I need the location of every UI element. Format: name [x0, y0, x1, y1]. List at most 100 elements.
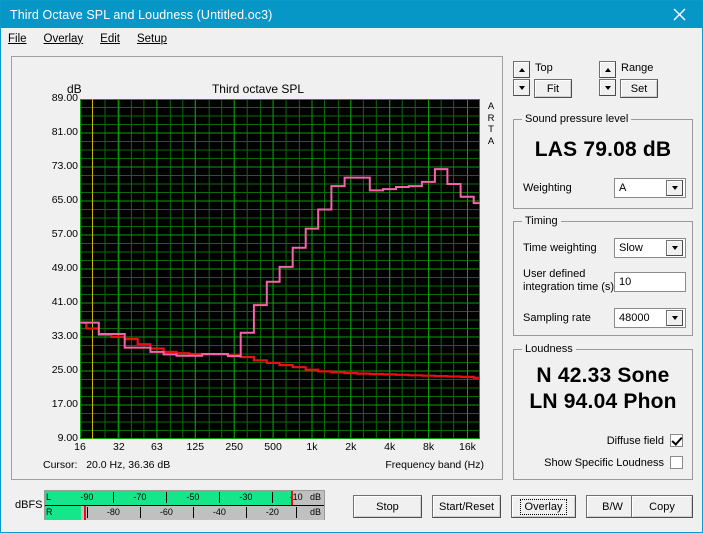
menu-file-label: File — [8, 32, 27, 45]
spl-group-legend: Sound pressure level — [522, 113, 632, 125]
copy-button[interactable]: Copy — [631, 495, 693, 518]
chart-plot-area[interactable] — [80, 99, 480, 439]
triangle-down-glyph — [671, 316, 678, 320]
loudness-group-legend: Loudness — [522, 343, 576, 355]
triangle-up-icon — [604, 67, 611, 72]
diffuse-field-checkbox[interactable] — [670, 434, 683, 447]
time-weighting-select[interactable]: Slow — [614, 238, 686, 258]
x-tick-label: 1k — [306, 441, 318, 453]
range-decrease-button[interactable] — [599, 79, 616, 96]
integration-time-label-line2: integration time (s) — [523, 281, 615, 293]
loudness-phon-value: LN 94.04 Phon — [529, 390, 677, 413]
triangle-up-icon — [518, 67, 525, 72]
meter-tick — [192, 507, 194, 518]
title-bar: Third Octave SPL and Loudness (Untitled.… — [1, 1, 702, 28]
top-increase-button[interactable] — [513, 61, 530, 78]
x-tick-label: 2k — [345, 441, 357, 453]
meter-peak-indicator — [290, 491, 293, 505]
specific-loudness-row[interactable]: Show Specific Loudness — [544, 456, 683, 469]
stop-button[interactable]: Stop — [353, 495, 422, 518]
x-tick-label: 125 — [186, 441, 205, 453]
meter-unit-label: dB — [309, 507, 321, 517]
meter-tick — [272, 492, 274, 503]
y-tick-label: 89.00 — [51, 92, 78, 104]
y-tick-label: 41.00 — [51, 296, 78, 308]
chevron-down-icon — [666, 310, 683, 326]
integration-time-label: User defined integration time (s) — [523, 268, 614, 294]
y-tick-label: 81.00 — [51, 126, 78, 138]
triangle-down-glyph — [671, 186, 678, 190]
meter-tick — [219, 492, 221, 503]
y-tick-label: 49.00 — [51, 262, 78, 274]
triangle-down-glyph — [671, 246, 678, 250]
stop-button-label: Stop — [376, 500, 399, 513]
time-weighting-label: Time weighting — [523, 242, 597, 254]
start-reset-button[interactable]: Start/Reset — [432, 495, 501, 518]
start-reset-button-label: Start/Reset — [438, 500, 495, 513]
meter-tick — [296, 507, 298, 518]
x-tick-label: 16 — [74, 441, 86, 453]
meter-tick — [113, 492, 115, 503]
chart-y-axis-ticks: 89.00 81.00 73.00 65.00 57.00 49.00 41.00 33.00… — [22, 92, 78, 444]
menu-item-overlay[interactable]: Overlay — [44, 33, 84, 45]
arta-letter-a2: A — [487, 135, 495, 147]
weighting-select[interactable]: A — [614, 178, 686, 198]
range-increase-button[interactable] — [599, 61, 616, 78]
meter-scale-label: -20 — [265, 507, 279, 517]
timing-group-legend: Timing — [522, 215, 561, 227]
arta-letter-r: R — [487, 112, 495, 124]
meter-scale-label: -50 — [186, 492, 200, 502]
top-control-group: Top Fit — [513, 61, 598, 101]
menu-item-setup[interactable]: Setup — [137, 33, 167, 45]
top-label: Top — [535, 62, 553, 74]
set-button[interactable]: Set — [620, 79, 658, 98]
meter-peak-indicator — [84, 506, 87, 520]
chart-x-axis-ticks: 16 32 63 125 250 500 1k 2k 4k 8k 16k — [74, 441, 480, 457]
y-tick-label: 33.00 — [51, 330, 78, 342]
menu-edit-label: Edit — [100, 32, 120, 45]
timing-group: Timing Time weighting Slow User defined … — [513, 215, 693, 336]
meter-scale-label: -70 — [133, 492, 147, 502]
meter-scale-label: -40 — [212, 507, 226, 517]
overlay-button-label: Overlay — [519, 498, 568, 515]
cursor-label: Cursor: — [43, 459, 78, 471]
spl-value: LAS 79.08 dB — [534, 138, 672, 161]
x-tick-label: 8k — [423, 441, 435, 453]
range-control-group: Range Set — [599, 61, 684, 101]
menu-bar: File Overlay Edit Setup — [1, 28, 702, 49]
meter-tick — [139, 507, 141, 518]
meter-tick — [166, 492, 168, 503]
level-meter-left-channel: L -90 -70 -50 -30 -10 dB — [45, 491, 324, 506]
chart-panel: dB Third octave SPL 89.00 81.00 73.00 65.00… — [11, 56, 503, 480]
y-tick-label: 9.00 — [57, 432, 78, 444]
top-decrease-button[interactable] — [513, 79, 530, 96]
menu-overlay-label: Overlay — [43, 32, 84, 45]
x-tick-label: 16k — [459, 441, 476, 453]
integration-time-input[interactable]: 10 — [614, 272, 686, 292]
meter-scale-label: -30 — [239, 492, 253, 502]
x-tick-label: 250 — [225, 441, 243, 453]
chevron-down-icon — [666, 240, 683, 256]
sampling-rate-select[interactable]: 48000 — [614, 308, 686, 328]
meter-scale-label: -80 — [106, 507, 120, 517]
diffuse-field-row[interactable]: Diffuse field — [607, 434, 683, 447]
window-title: Third Octave SPL and Loudness (Untitled.… — [10, 7, 273, 22]
arta-letter-a1: A — [487, 101, 495, 112]
arta-watermark: A R T A — [484, 101, 498, 147]
triangle-down-icon — [518, 85, 525, 90]
fit-button[interactable]: Fit — [534, 79, 572, 98]
overlay-button[interactable]: Overlay — [511, 495, 576, 518]
x-tick-label: 32 — [113, 441, 125, 453]
y-tick-label: 65.00 — [51, 194, 78, 206]
triangle-down-icon — [604, 85, 611, 90]
specific-loudness-checkbox[interactable] — [670, 456, 683, 469]
x-tick-label: 4k — [384, 441, 396, 453]
menu-item-file[interactable]: File — [8, 33, 27, 45]
loudness-sone-value: N 42.33 Sone — [536, 364, 670, 387]
arta-letter-t: T — [488, 124, 494, 135]
meter-tick — [86, 507, 88, 518]
y-tick-label: 73.00 — [51, 160, 78, 172]
copy-button-label: Copy — [649, 500, 675, 513]
close-icon[interactable] — [657, 1, 702, 28]
menu-item-edit[interactable]: Edit — [100, 33, 120, 45]
